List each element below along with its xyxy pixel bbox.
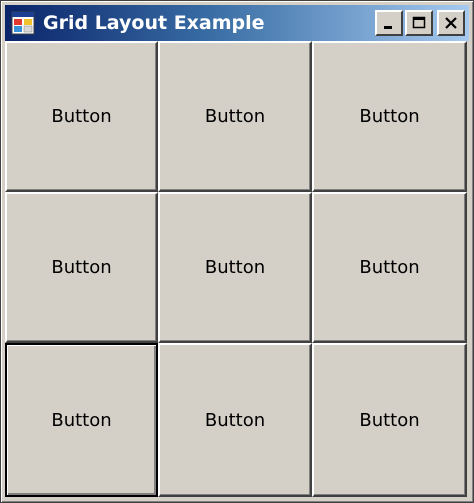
- grid-button-1-2[interactable]: Button: [158, 41, 312, 192]
- grid-button-2-2[interactable]: Button: [158, 192, 312, 343]
- grid-button-2-1[interactable]: Button: [5, 192, 158, 343]
- minimize-icon: [382, 16, 396, 30]
- grid-button-3-3[interactable]: Button: [312, 343, 467, 497]
- grid-button-label: Button: [359, 409, 420, 431]
- grid-button-label: Button: [51, 106, 112, 127]
- grid-button-label: Button: [204, 257, 266, 278]
- grid-button-label: Button: [359, 257, 420, 278]
- close-icon: [444, 16, 458, 30]
- caption-buttons: [373, 10, 465, 36]
- minimize-button[interactable]: [375, 10, 403, 36]
- grid-button-label: Button: [204, 409, 266, 431]
- maximize-icon: [412, 16, 426, 30]
- maximize-button[interactable]: [405, 10, 433, 36]
- grid-button-3-2[interactable]: Button: [158, 343, 312, 497]
- grid-button-1-3[interactable]: Button: [312, 41, 467, 192]
- grid-button-2-3[interactable]: Button: [312, 192, 467, 343]
- app-window: Grid Layout Example Button Button Button…: [0, 0, 474, 503]
- button-grid: Button Button Button Button Button Button Butt…: [5, 41, 471, 500]
- window-title: Grid Layout Example: [43, 12, 265, 34]
- title-bar[interactable]: Grid Layout Example: [5, 5, 469, 41]
- app-icon[interactable]: [11, 11, 35, 35]
- grid-button-3-1[interactable]: Button: [5, 343, 158, 497]
- grid-button-label: Button: [51, 409, 112, 431]
- grid-button-label: Button: [204, 106, 266, 127]
- grid-button-1-1[interactable]: Button: [5, 41, 158, 192]
- close-button[interactable]: [437, 10, 465, 36]
- grid-button-label: Button: [359, 106, 420, 127]
- grid-button-label: Button: [51, 257, 112, 278]
